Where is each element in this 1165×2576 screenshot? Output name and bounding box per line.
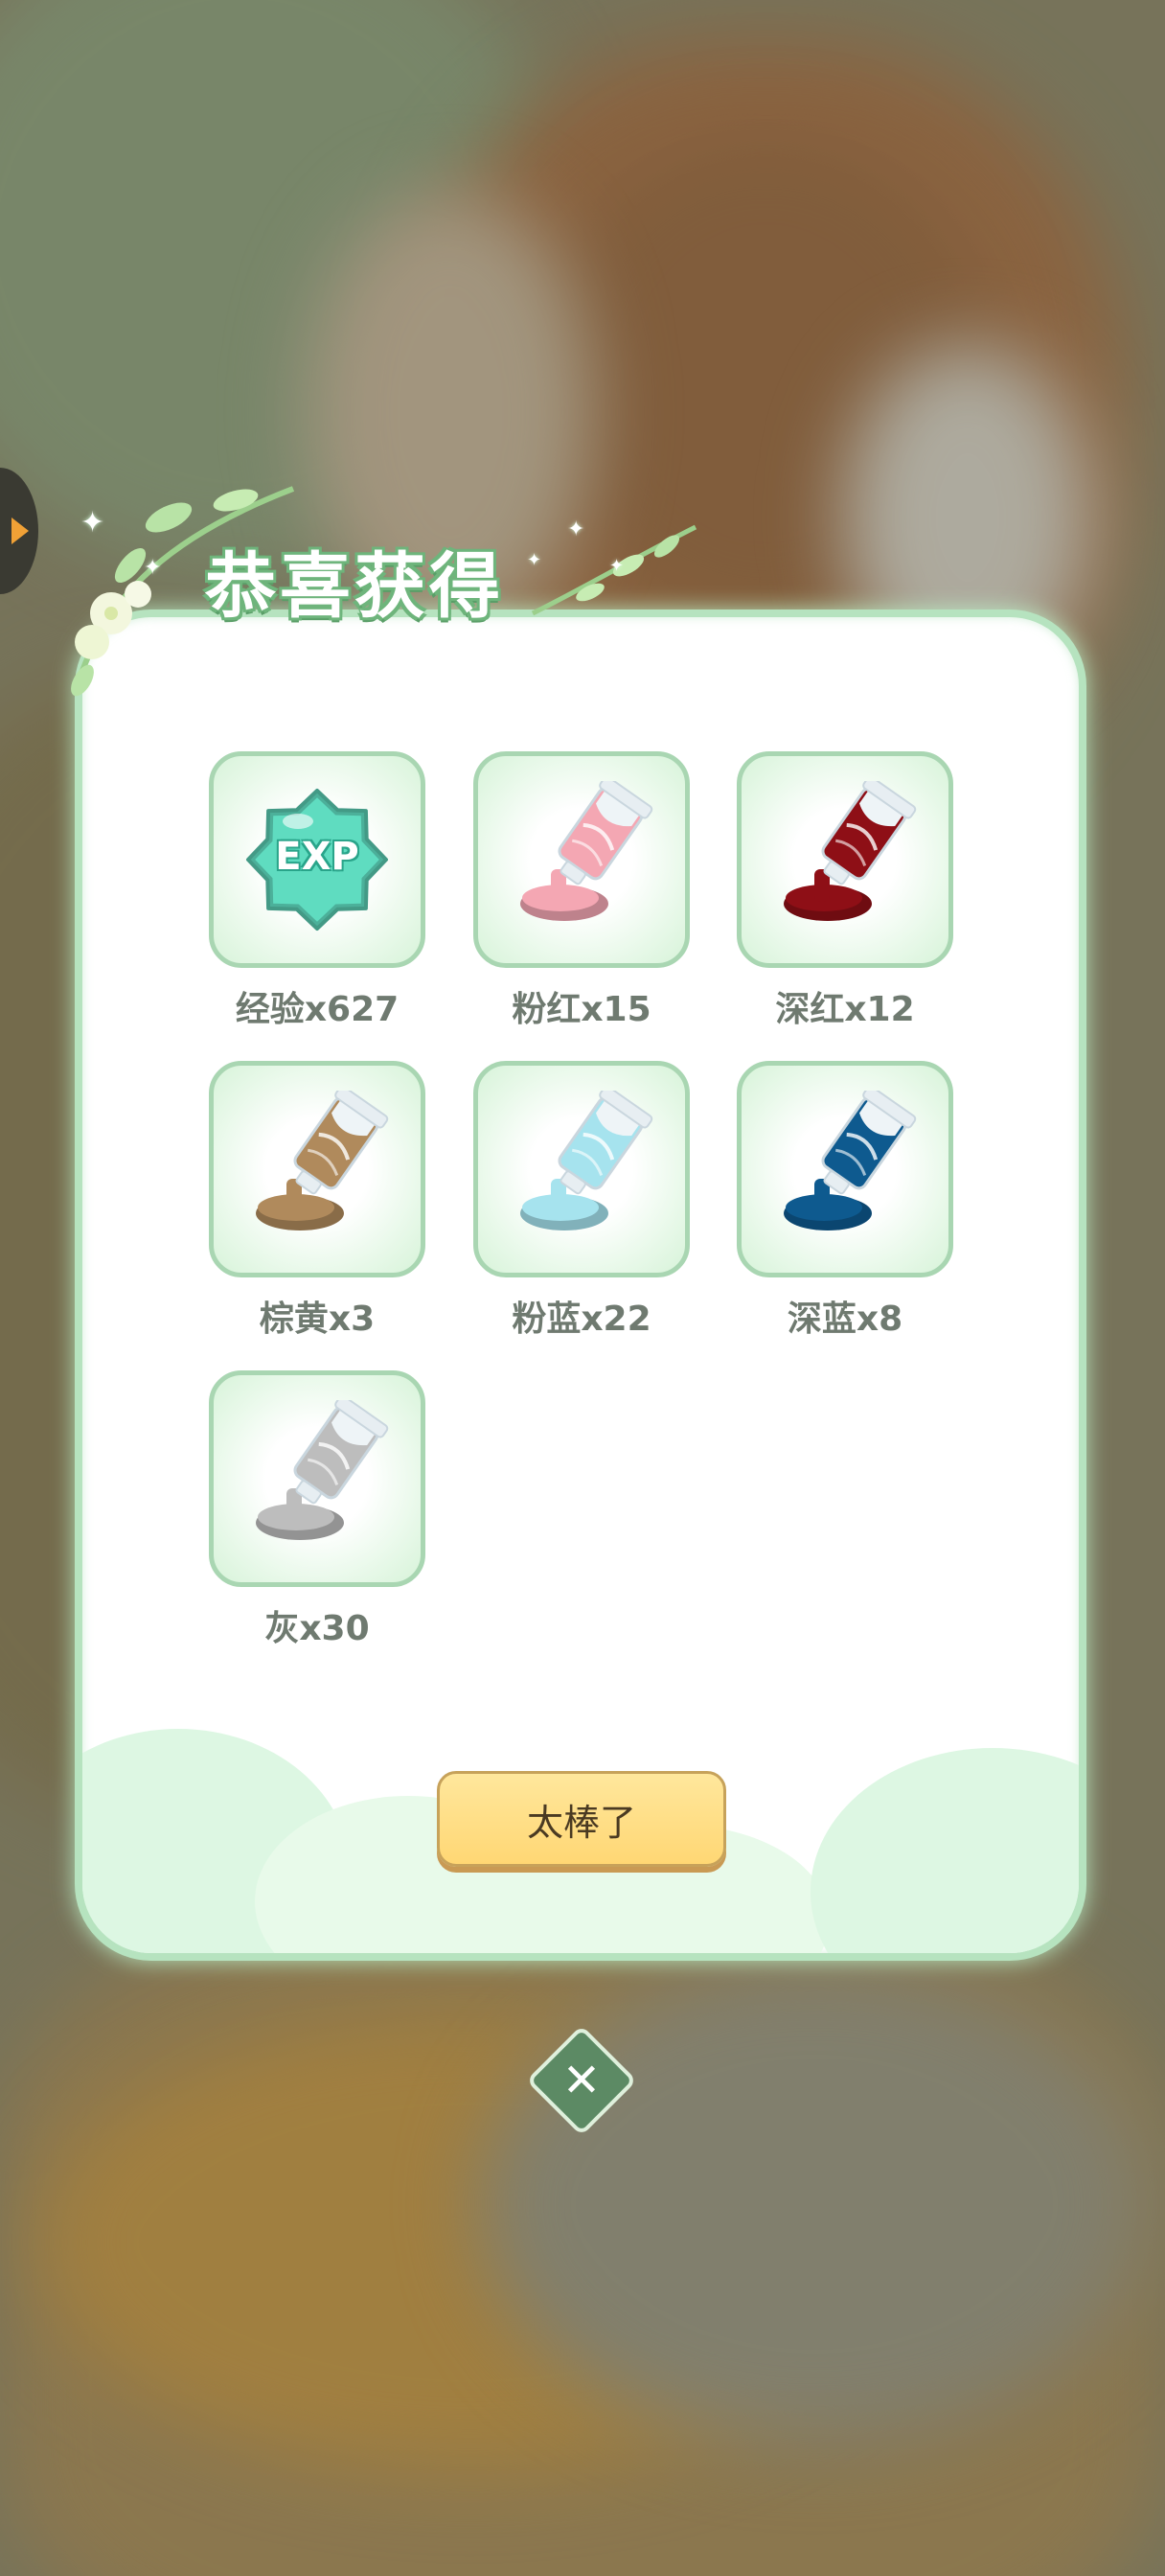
reward-label: 粉红x15 xyxy=(512,990,651,1029)
reward-slot xyxy=(209,1061,425,1277)
reward-label: 深蓝x8 xyxy=(787,1300,903,1339)
reward-item[interactable]: 棕黄x3 xyxy=(209,1061,429,1341)
paint-tube-icon xyxy=(240,1394,394,1557)
exp-label: EXP xyxy=(275,835,359,879)
reward-label: 棕黄x3 xyxy=(259,1300,376,1339)
reward-slot xyxy=(737,1061,953,1277)
reward-item[interactable]: 深红x12 xyxy=(737,751,957,1031)
reward-item[interactable]: EXP 经验x627 xyxy=(209,751,429,1031)
confirm-button[interactable]: 太棒了 xyxy=(437,1771,726,1867)
reward-label: 灰x30 xyxy=(264,1609,370,1648)
reward-label: 深红x12 xyxy=(775,990,915,1029)
arrow-right-icon xyxy=(11,518,29,544)
sparkle-icon: ✦ xyxy=(144,556,162,580)
reward-item[interactable]: 粉红x15 xyxy=(473,751,694,1031)
paint-tube-icon xyxy=(768,775,922,938)
reward-label: 经验x627 xyxy=(235,990,400,1029)
reward-item[interactable]: 深蓝x8 xyxy=(737,1061,957,1341)
reward-label: 粉蓝x22 xyxy=(512,1300,651,1339)
reward-slot xyxy=(473,751,690,968)
paint-tube-icon xyxy=(240,1085,394,1248)
reward-item[interactable]: 粉蓝x22 xyxy=(473,1061,694,1341)
reward-slot xyxy=(209,1370,425,1587)
paint-tube-icon xyxy=(505,775,658,938)
reward-slot: EXP xyxy=(209,751,425,968)
dialog-title: 恭喜获得 xyxy=(205,545,504,628)
sparkle-icon: ✦ xyxy=(567,518,585,541)
close-icon[interactable]: ✕ xyxy=(542,2041,621,2120)
paint-tube-icon xyxy=(768,1085,922,1248)
sparkle-icon: ✦ xyxy=(609,556,625,576)
sparkle-icon: ✦ xyxy=(527,550,542,570)
reward-slot xyxy=(737,751,953,968)
paint-tube-icon xyxy=(505,1085,658,1248)
reward-slot xyxy=(473,1061,690,1277)
sparkle-icon: ✦ xyxy=(80,506,105,540)
reward-item[interactable]: 灰x30 xyxy=(209,1370,429,1650)
exp-star-icon: EXP xyxy=(240,783,394,936)
